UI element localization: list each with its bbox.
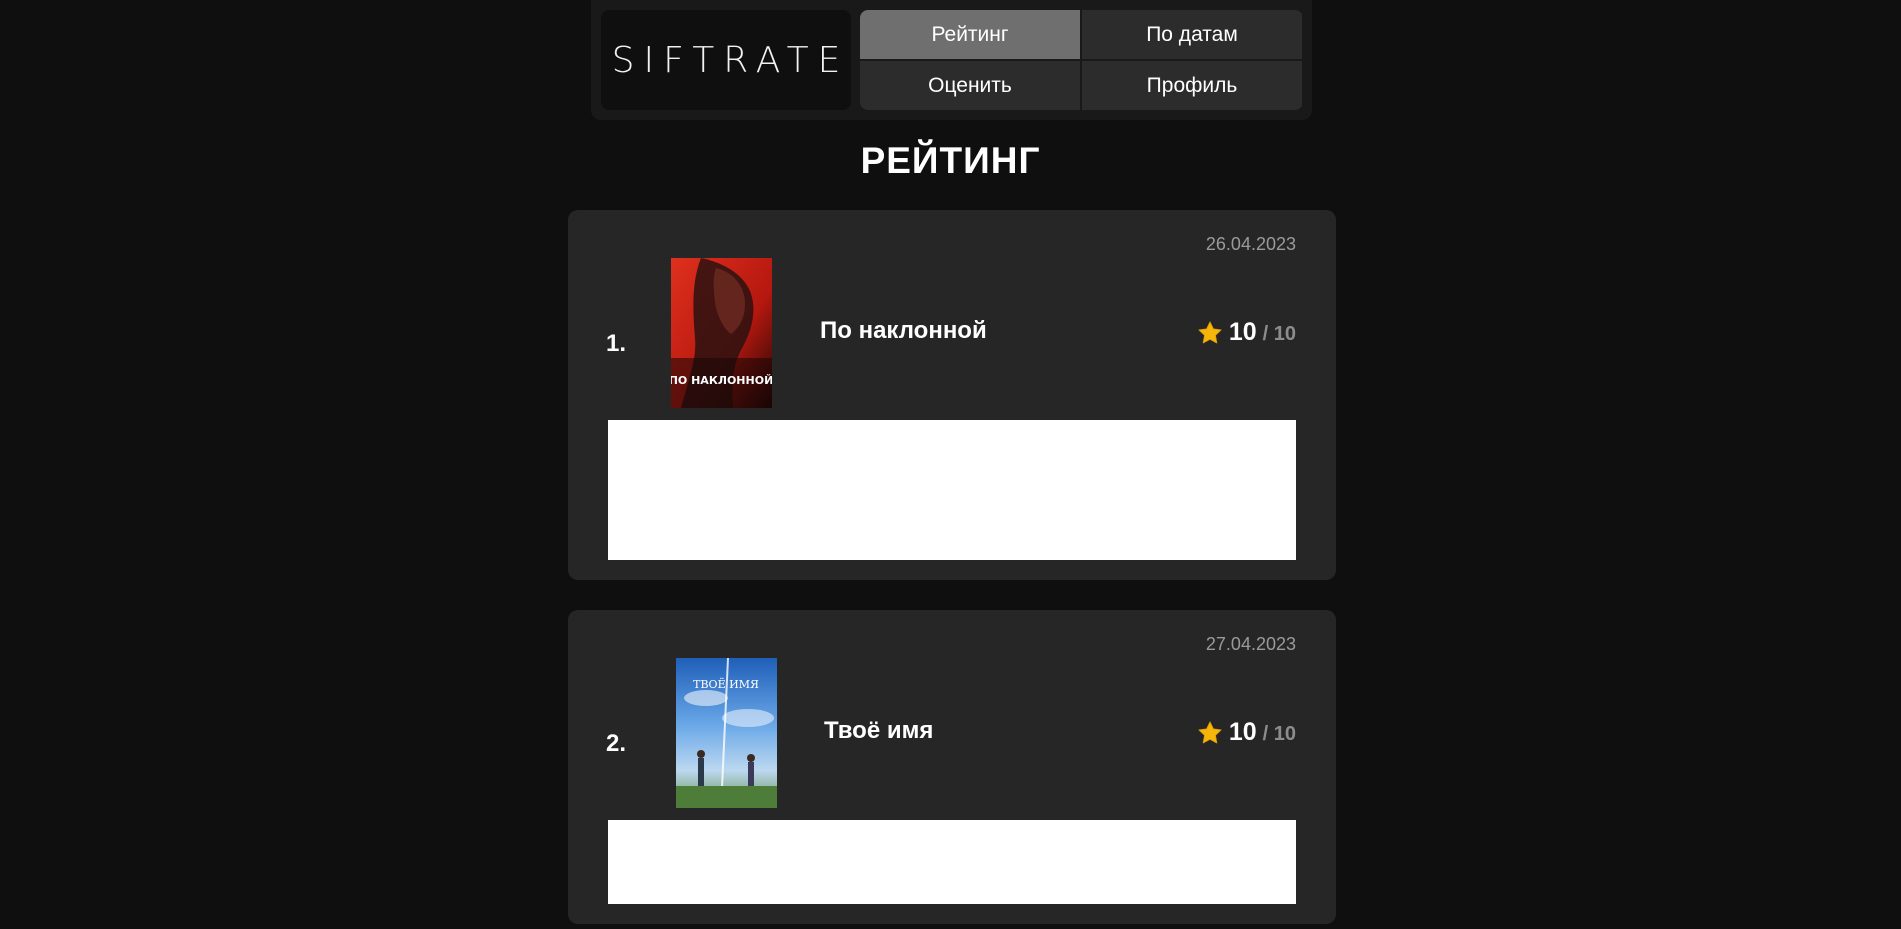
score-value: 10 [1228,718,1257,746]
poster-image: ТВОЁ ИМЯ [676,658,777,808]
poster-text: ПО НАКЛОННОЙ [671,374,772,387]
rating-date: 27.04.2023 [1205,634,1296,654]
rating-date: 26.04.2023 [1205,234,1296,254]
logo-text: SIFTRATE [611,39,850,81]
score-max: / 10 [1262,323,1296,345]
main-nav: Рейтинг По датам Оценить Профиль [860,10,1303,110]
movie-title[interactable]: По наклонной [820,317,987,345]
movie-poster[interactable]: ПО НАКЛОННОЙ [671,258,772,408]
star-icon [1198,321,1222,343]
nav-by-date-button[interactable]: По датам [1082,10,1302,59]
nav-rating-button[interactable]: Рейтинг [860,10,1080,59]
star-icon [1198,721,1222,743]
rating-card: 26.04.2023 1. ПО НАКЛОННОЙ По наклонной … [568,210,1336,580]
rating-rank: 1. [606,330,627,357]
score-value: 10 [1228,318,1257,346]
poster-image: ПО НАКЛОННОЙ [671,258,772,408]
review-text-area [608,420,1296,560]
page-title: РЕЙТИНГ [860,140,1041,181]
rating-rank: 2. [606,730,627,757]
movie-title[interactable]: Твоё имя [824,717,933,745]
site-logo[interactable]: SIFTRATE [601,10,851,110]
poster-text: ТВОЁ ИМЯ [693,677,759,691]
rating-card: 27.04.2023 2. ТВОЁ ИМЯ Твоё имя 10 / 10 [568,610,1336,924]
rating-score: 10 / 10 [1197,718,1296,747]
rating-score: 10 / 10 [1197,318,1296,347]
nav-rate-button[interactable]: Оценить [860,61,1080,110]
nav-profile-button[interactable]: Профиль [1082,61,1302,110]
score-max: / 10 [1262,723,1296,745]
review-text-area [608,820,1296,904]
movie-poster[interactable]: ТВОЁ ИМЯ [676,658,777,808]
